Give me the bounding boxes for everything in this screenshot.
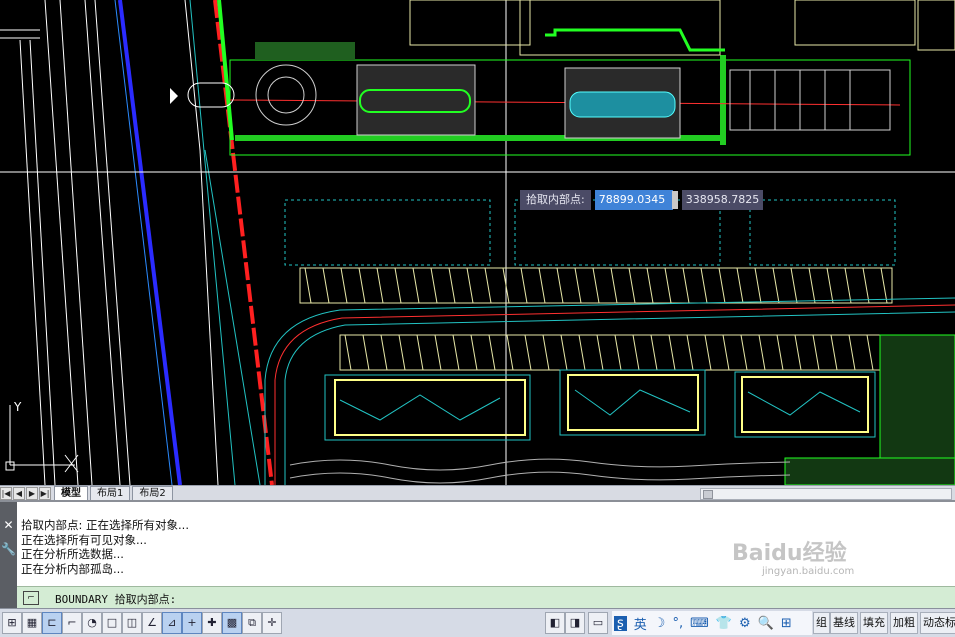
close-icon[interactable]: ✕ — [0, 518, 17, 532]
tab-layout1[interactable]: 布局1 — [90, 486, 131, 500]
wrench-icon[interactable]: 🔧 — [0, 542, 17, 556]
command-prompt-icon[interactable]: ⌐ — [23, 591, 39, 605]
quick-view-layouts-icon[interactable]: ◨ — [565, 612, 585, 634]
ime-halfwidth-icon[interactable]: ☽ — [654, 616, 666, 631]
dynamic-input-label: 拾取内部点: — [520, 190, 591, 210]
fill-button[interactable]: 填充 — [860, 612, 888, 634]
bold-button[interactable]: 加粗 — [890, 612, 918, 634]
drawing-canvas[interactable]: Y 拾取内部点: 78899.0345 338958.7825 — [0, 0, 955, 485]
ime-search-icon[interactable]: 🔍 — [758, 616, 774, 631]
tab-model[interactable]: 模型 — [54, 486, 88, 500]
quick-view-drawings-icon[interactable]: ▭ — [588, 612, 608, 634]
last-tab-button[interactable]: ▶| — [39, 486, 51, 500]
next-tab-button[interactable]: ▶ — [26, 486, 38, 500]
ime-skin-icon[interactable]: 👕 — [716, 616, 732, 631]
object-snap-tracking-icon[interactable]: ∠ — [142, 612, 162, 634]
quick-properties-icon[interactable]: ⧉ — [242, 612, 262, 634]
history-line: 正在选择所有可见对象... — [21, 532, 147, 547]
ime-toolbar[interactable]: ʂ 英 ☽ °, ⌨ 👕 ⚙ 🔍 ⊞ — [612, 611, 812, 635]
prev-tab-button[interactable]: ◀ — [13, 486, 25, 500]
snap-mode-icon[interactable]: ▦ — [22, 612, 42, 634]
history-line: 拾取内部点: 正在选择所有对象... — [21, 518, 189, 532]
watermark-brand: Baidu经验 — [732, 541, 847, 566]
group-button[interactable]: 组 — [813, 612, 830, 634]
cad-drawing — [0, 0, 955, 485]
watermark-url: jingyan.baidu.com — [762, 566, 855, 577]
ime-language-toggle[interactable]: 英 — [634, 614, 647, 633]
dynamic-input-icon[interactable]: + — [182, 612, 202, 634]
history-line: 正在分析所选数据... — [21, 547, 124, 561]
ucs-y-label: Y — [14, 400, 22, 414]
ime-keyboard-icon[interactable]: ⌨ — [690, 616, 709, 631]
text-cursor — [671, 191, 678, 209]
transparency-icon[interactable]: ▩ — [222, 612, 242, 634]
infer-constraints-icon[interactable]: ⊞ — [2, 612, 22, 634]
first-tab-button[interactable]: |◀ — [0, 486, 12, 500]
scrollbar-thumb[interactable] — [703, 490, 713, 499]
command-window-handle: ✕ 🔧 — [0, 502, 17, 610]
polar-tracking-icon[interactable]: ◔ — [82, 612, 102, 634]
object-snap-icon[interactable]: □ — [102, 612, 122, 634]
model-space-icon[interactable]: ◧ — [545, 612, 565, 634]
ime-punctuation-icon[interactable]: °, — [672, 616, 683, 631]
selection-cycling-icon[interactable]: ✛ — [262, 612, 282, 634]
grid-display-icon[interactable]: ⊏ — [42, 612, 62, 634]
ortho-mode-icon[interactable]: ⌐ — [62, 612, 82, 634]
baseline-button[interactable]: 基线 — [830, 612, 858, 634]
command-line-input[interactable]: ⌐ BOUNDARY 拾取内部点: — [17, 586, 955, 609]
ime-settings-icon[interactable]: ⚙ — [739, 616, 751, 631]
dynamic-input-y-field[interactable]: 338958.7825 — [681, 190, 764, 210]
lineweight-icon[interactable]: ✚ — [202, 612, 222, 634]
command-history: 拾取内部点: 正在选择所有对象... 正在选择所有可见对象... 正在分析所选数… — [21, 518, 189, 576]
dynamic-input-x-field[interactable]: 78899.0345 — [594, 190, 673, 210]
status-bar: ⊞ ▦ ⊏ ⌐ ◔ □ ◫ ∠ ⊿ + ✚ ▩ ⧉ ✛ ◧ ◨ ▭ ʂ 英 ☽ … — [0, 608, 955, 637]
layout-tab-bar: |◀ ◀ ▶ ▶| 模型 布局1 布局2 — [0, 485, 955, 500]
dynamic-ucs-icon[interactable]: ⊿ — [162, 612, 182, 634]
3d-osnap-icon[interactable]: ◫ — [122, 612, 142, 634]
horizontal-scrollbar[interactable] — [700, 488, 952, 500]
tab-layout2[interactable]: 布局2 — [132, 486, 173, 500]
dynamic-annotation-button[interactable]: 动态标 — [920, 612, 955, 634]
dynamic-input-tooltip: 拾取内部点: 78899.0345 338958.7825 — [520, 190, 764, 210]
history-line: 正在分析内部孤岛... — [21, 561, 124, 576]
ime-grid-icon[interactable]: ⊞ — [781, 616, 792, 631]
ime-logo-icon[interactable]: ʂ — [614, 615, 627, 631]
command-prompt-text: BOUNDARY 拾取内部点: — [55, 593, 177, 606]
